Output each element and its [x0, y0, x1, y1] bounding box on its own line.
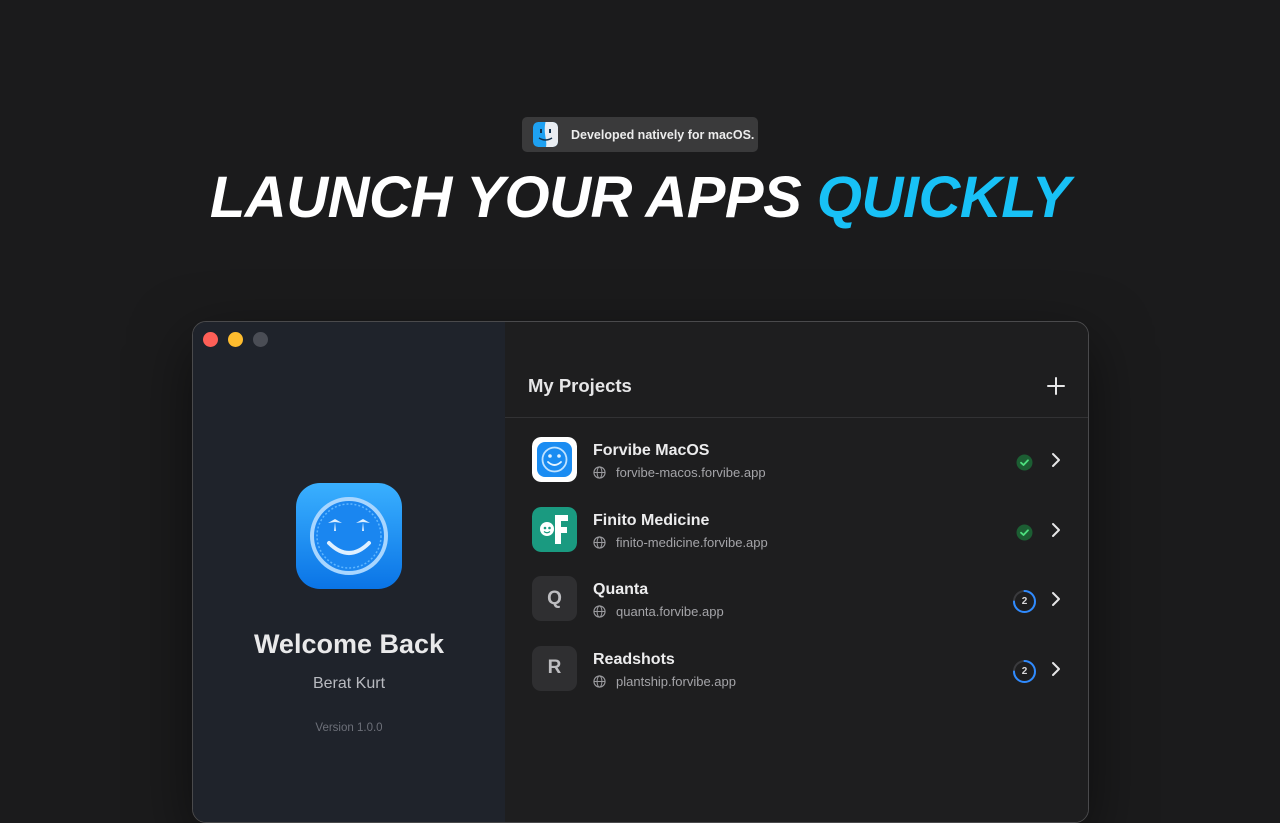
projects-header: My Projects [505, 322, 1088, 418]
project-list: Forvibe MacOS forvibe-macos.forvibe.app [505, 418, 1088, 696]
success-check-icon [1016, 454, 1033, 471]
project-row-finito-medicine[interactable]: Finito Medicine finito-medicine.forvibe.… [505, 488, 1088, 558]
smiley-palm-app-icon [296, 483, 402, 589]
project-url[interactable]: finito-medicine.forvibe.app [616, 535, 768, 550]
globe-icon [593, 535, 606, 549]
finito-app-icon [532, 506, 577, 552]
progress-count: 2 [1021, 596, 1028, 607]
close-button[interactable] [203, 332, 218, 347]
project-url-row: quanta.forvibe.app [593, 604, 724, 619]
badge-text: Developed natively for macOS. [571, 127, 755, 142]
project-row-forvibe-macos[interactable]: Forvibe MacOS forvibe-macos.forvibe.app [505, 418, 1088, 488]
headline-accent: QUICKLY [816, 165, 1071, 230]
project-name: Readshots [593, 650, 675, 668]
project-url[interactable]: plantship.forvibe.app [616, 674, 736, 689]
sidebar: Welcome Back Berat Kurt Version 1.0.0 [193, 322, 505, 822]
success-check-icon [1016, 524, 1033, 540]
finder-icon [533, 122, 558, 147]
chevron-right-icon[interactable] [1051, 661, 1061, 677]
project-name: Forvibe MacOS [593, 442, 710, 459]
project-letter-icon: Q [532, 576, 577, 621]
user-name: Berat Kurt [312, 675, 386, 692]
forvibe-app-icon [532, 437, 577, 482]
progress-status-indicator: 2 [1012, 589, 1037, 614]
project-url[interactable]: quanta.forvibe.app [616, 604, 724, 619]
projects-title: My Projects [528, 375, 632, 396]
minimize-button[interactable] [228, 332, 243, 347]
projects-panel: My Projects Forvibe MacOS forvibe-macos.… [505, 322, 1088, 822]
version-label: Version 1.0.0 [315, 722, 383, 734]
globe-icon [593, 605, 606, 618]
progress-count: 2 [1021, 665, 1028, 677]
welcome-title: Welcome Back [253, 629, 445, 659]
project-url-row: forvibe-macos.forvibe.app [593, 465, 766, 480]
globe-icon [593, 674, 606, 688]
chevron-right-icon[interactable] [1051, 591, 1061, 607]
project-letter-icon: R [532, 645, 577, 691]
globe-icon [593, 466, 606, 479]
zoom-button[interactable] [253, 332, 268, 347]
page-headline: LAUNCH YOUR APPS QUICKLY [0, 165, 1280, 231]
progress-status-indicator: 2 [1012, 659, 1037, 684]
project-url[interactable]: forvibe-macos.forvibe.app [616, 465, 766, 480]
headline-main: LAUNCH YOUR APPS [209, 165, 802, 230]
chevron-right-icon[interactable] [1051, 452, 1061, 468]
project-url-row: plantship.forvibe.app [593, 674, 736, 689]
macos-badge: Developed natively for macOS. [522, 117, 758, 152]
project-url-row: finito-medicine.forvibe.app [593, 535, 768, 550]
plus-icon[interactable] [1044, 374, 1068, 398]
project-name: Finito Medicine [593, 511, 710, 529]
project-name: Quanta [593, 581, 649, 598]
app-window: Welcome Back Berat Kurt Version 1.0.0 My… [192, 321, 1089, 823]
chevron-right-icon[interactable] [1051, 522, 1061, 538]
project-row-quanta[interactable]: Q Quanta quanta.forvibe.app 2 [505, 557, 1088, 627]
traffic-lights [203, 332, 268, 347]
project-row-readshots[interactable]: R Readshots plantship.forvibe.app 2 [505, 627, 1088, 697]
